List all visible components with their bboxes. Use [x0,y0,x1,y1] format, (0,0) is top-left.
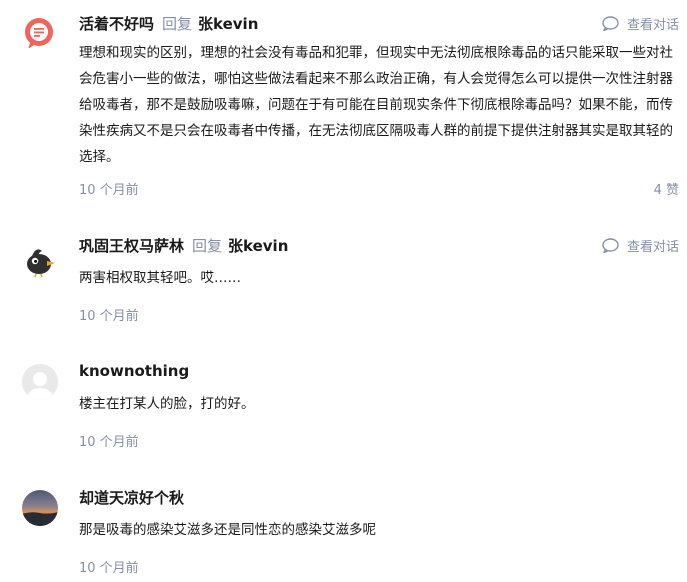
comment-time: 10 个月前 [79,309,139,324]
comment-author[interactable]: 却道天凉好个秋 [79,487,184,508]
comment-header: 却道天凉好个秋 [79,486,184,508]
chat-bubble-icon [602,16,619,31]
speech-bubble-avatar-icon [25,18,53,49]
comment-time: 10 个月前 [79,183,139,198]
avatar[interactable] [22,242,58,278]
comment-body: 理想和现实的区别，理想的社会没有毒品和犯罪，但现实中无法彻底根除毒品的话只能采取… [79,45,673,165]
view-conversation-label: 查看对话 [626,18,679,33]
avatar[interactable] [22,16,58,52]
comment-item: 却道天凉好个秋 那是吸毒的感染艾滋多还是同性恋的感染艾滋多呢 10 个月前 [0,478,687,582]
sunset-photo-avatar-icon [22,490,58,526]
default-user-avatar-icon [22,364,58,400]
avatar[interactable] [22,490,58,526]
comment-author[interactable]: knownothing [79,362,189,380]
like-count[interactable]: 4 赞 [654,179,679,198]
comment-header: knownothing [79,360,189,382]
bird-avatar-icon [27,249,55,278]
reply-to-user[interactable]: 张kevin [228,235,288,256]
comment-body: 两害相权取其轻吧。哎…… [79,270,241,286]
comment-header: 巩固王权马萨林 回复 张kevin [79,234,288,256]
view-conversation-label: 查看对话 [626,240,679,255]
reply-label: 回复 [192,236,223,255]
comment-body: 那是吸毒的感染艾滋多还是同性恋的感染艾滋多呢 [79,522,376,538]
comment-item: knownothing 楼主在打某人的脸，打的好。 10 个月前 [0,352,687,462]
view-conversation-link[interactable]: 查看对话 [602,14,679,33]
reply-label: 回复 [162,14,193,33]
comment-author[interactable]: 活着不好吗 [79,13,154,34]
comment-time: 10 个月前 [79,561,139,576]
comment-author[interactable]: 巩固王权马萨林 [79,235,184,256]
reply-to-user[interactable]: 张kevin [198,13,258,34]
chat-bubble-icon [602,238,619,253]
comment-header: 活着不好吗 回复 张kevin [79,12,258,34]
view-conversation-link[interactable]: 查看对话 [602,236,679,255]
comment-item: 活着不好吗 回复 张kevin 查看对话 理想和现实的区别，理想的社会没有毒品和… [0,0,687,210]
avatar[interactable] [22,364,58,400]
comment-time: 10 个月前 [79,435,139,450]
comment-body: 楼主在打某人的脸，打的好。 [79,396,255,412]
comment-item: 巩固王权马萨林 回复 张kevin 查看对话 两害相权取其轻吧。哎…… 10 个… [0,226,687,336]
